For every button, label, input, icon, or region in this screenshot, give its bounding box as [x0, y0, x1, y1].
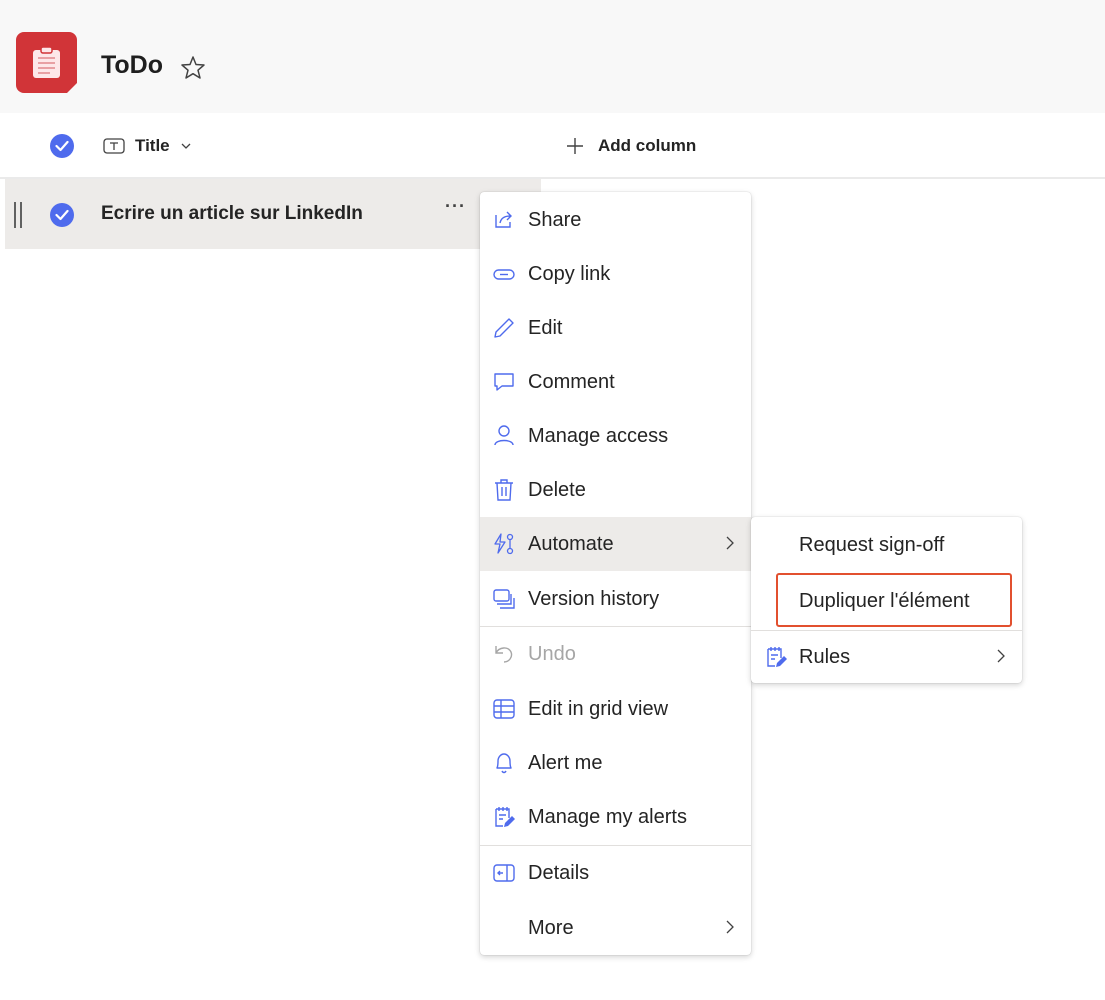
- manage-alerts-icon: [495, 807, 515, 827]
- menu-item-label: Edit: [528, 316, 563, 339]
- menu-item-label: Delete: [528, 478, 586, 501]
- menu-item-more[interactable]: More: [480, 901, 751, 955]
- menu-item-share[interactable]: Share: [480, 193, 751, 247]
- plus-icon: [567, 138, 583, 154]
- menu-item-label: Comment: [528, 370, 615, 393]
- submenu-item-label: Request sign-off: [799, 534, 945, 556]
- submenu-item-label: Rules: [799, 646, 851, 668]
- details-pane-icon: [493, 864, 515, 882]
- menu-item-delete[interactable]: Delete: [480, 463, 751, 517]
- automate-icon: [494, 533, 514, 555]
- menu-item-copy-link[interactable]: Copy link: [480, 247, 751, 301]
- menu-item-label: More: [528, 916, 574, 939]
- menu-item-manage-access[interactable]: Manage access: [480, 409, 751, 463]
- page-title: ToDo: [101, 51, 164, 79]
- rules-icon: [767, 647, 787, 667]
- top-bar: [0, 0, 1105, 113]
- chevron-right-icon: [726, 536, 734, 550]
- menu-item-label: Alert me: [528, 751, 603, 774]
- comment-icon: [494, 373, 514, 391]
- share-icon: [495, 211, 512, 228]
- trash-icon: [495, 479, 513, 501]
- undo-icon: [495, 646, 513, 663]
- text-column-icon: [103, 138, 125, 154]
- person-icon: [494, 425, 514, 446]
- add-column-label: Add column: [598, 136, 697, 155]
- menu-item-label: Manage my alerts: [528, 805, 687, 828]
- menu-item-label: Details: [528, 861, 590, 884]
- menu-item-manage-alerts[interactable]: Manage my alerts: [480, 790, 751, 844]
- grid-icon: [493, 699, 515, 719]
- menu-item-automate[interactable]: Automate: [480, 517, 751, 571]
- chevron-down-icon: [181, 143, 191, 149]
- drag-handle[interactable]: [14, 202, 22, 228]
- menu-item-edit[interactable]: Edit: [480, 301, 751, 355]
- more-actions-button[interactable]: ···: [445, 196, 466, 217]
- menu-item-label: Copy link: [528, 262, 611, 285]
- bell-icon: [496, 753, 512, 774]
- context-menu: Share Copy link Edit Comment Manage acce…: [480, 192, 751, 955]
- submenu-item-rules[interactable]: Rules: [751, 630, 1022, 684]
- pencil-icon: [494, 318, 514, 338]
- duplicate-highlight-box: [776, 573, 1012, 627]
- row-checkbox[interactable]: [50, 203, 74, 227]
- version-history-icon: [493, 589, 515, 609]
- menu-item-version-history[interactable]: Version history: [480, 572, 751, 626]
- chevron-right-icon: [726, 920, 734, 934]
- menu-item-edit-grid-view[interactable]: Edit in grid view: [480, 682, 751, 736]
- row-title[interactable]: Ecrire un article sur LinkedIn: [101, 202, 363, 226]
- column-header-title[interactable]: Title: [103, 133, 192, 159]
- menu-item-label: Undo: [528, 642, 576, 665]
- menu-item-label: Manage access: [528, 424, 669, 447]
- chevron-right-icon: [997, 649, 1005, 663]
- menu-item-label: Edit in grid view: [528, 697, 669, 720]
- menu-item-details[interactable]: Details: [480, 846, 751, 900]
- add-column-button[interactable]: Add column: [566, 132, 696, 160]
- menu-item-label: Automate: [528, 532, 614, 555]
- menu-item-comment[interactable]: Comment: [480, 355, 751, 409]
- menu-item-undo: Undo: [480, 627, 751, 681]
- link-icon: [493, 269, 515, 280]
- select-all-checkbox[interactable]: [50, 134, 74, 158]
- list-app-icon: [16, 32, 78, 94]
- menu-item-label: Version history: [528, 587, 660, 610]
- submenu-item-request-signoff[interactable]: Request sign-off: [751, 518, 1022, 572]
- column-title-label: Title: [135, 136, 170, 155]
- menu-item-alert-me[interactable]: Alert me: [480, 736, 751, 790]
- menu-item-label: Share: [528, 208, 582, 231]
- favorite-star-icon[interactable]: [180, 55, 206, 84]
